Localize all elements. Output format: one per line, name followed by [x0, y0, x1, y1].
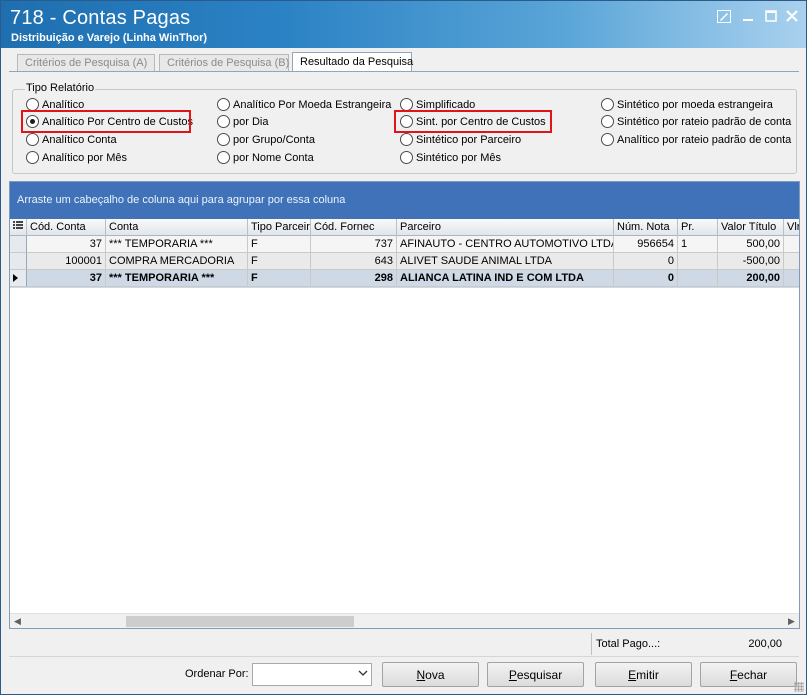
cell-parceiro: AFINAUTO - CENTRO AUTOMOTIVO LTDA	[397, 236, 614, 253]
group-by-panel[interactable]: Arraste um cabeçalho de coluna aqui para…	[10, 182, 799, 219]
close-icon[interactable]	[784, 9, 800, 23]
highlight-box-sint-centro-custos	[394, 110, 552, 133]
cell-cod-fornec: 298	[311, 270, 397, 287]
window-title: 718 - Contas Pagas	[10, 7, 191, 29]
cell-vlr	[784, 270, 799, 287]
radio-circle-icon	[217, 115, 230, 128]
radio-circle-icon	[217, 133, 230, 146]
fechar-button[interactable]: Fechar	[700, 662, 797, 687]
cell-tipo-parceiro: F	[248, 253, 311, 270]
chevron-down-icon[interactable]	[358, 668, 368, 681]
cell-tipo-parceiro: F	[248, 270, 311, 287]
cell-valor-titulo: 200,00	[718, 270, 784, 287]
radio-circle-icon	[400, 151, 413, 164]
radio-circle-icon	[217, 151, 230, 164]
column-header-tipo-parceiro[interactable]: Tipo Parceiro	[248, 219, 311, 236]
minimize-icon[interactable]	[740, 9, 756, 23]
radio-circle-icon	[400, 133, 413, 146]
scroll-right-icon[interactable]: ▶	[784, 614, 799, 629]
tab-criterios-a[interactable]: Critérios de Pesquisa (A)	[17, 54, 155, 71]
cell-cod-conta: 37	[27, 236, 106, 253]
results-grid: Arraste um cabeçalho de coluna aqui para…	[9, 181, 800, 629]
radio-por-nome-conta[interactable]: por Nome Conta	[217, 150, 314, 165]
horizontal-scrollbar[interactable]: ◀ ▶	[10, 613, 799, 628]
column-chooser-icon[interactable]	[10, 219, 27, 236]
maximize-icon[interactable]	[763, 9, 779, 23]
radio-circle-icon	[26, 151, 39, 164]
cell-conta: COMPRA MERCADORIA	[106, 253, 248, 270]
column-header-conta[interactable]: Conta	[106, 219, 248, 236]
window-subtitle: Distribuição e Varejo (Linha WinThor)	[11, 32, 208, 44]
radio-analitico-conta[interactable]: Analítico Conta	[26, 132, 117, 147]
cell-num-nota: 0	[614, 270, 678, 287]
radio-sintetico-mes[interactable]: Sintético por Mês	[400, 150, 501, 165]
column-header-cod-conta[interactable]: Cód. Conta	[27, 219, 106, 236]
edit-window-icon[interactable]	[716, 9, 732, 23]
cell-parceiro: ALIANCA LATINA IND E COM LTDA	[397, 270, 614, 287]
radio-circle-icon	[601, 98, 614, 111]
radio-por-dia[interactable]: por Dia	[217, 114, 268, 129]
current-row-arrow-icon[interactable]	[10, 270, 27, 287]
cell-cod-fornec: 737	[311, 236, 397, 253]
radio-por-grupo-conta[interactable]: por Grupo/Conta	[217, 132, 315, 147]
pesquisar-button[interactable]: Pesquisar	[487, 662, 584, 687]
cell-pr	[678, 270, 718, 287]
row-indicator[interactable]	[10, 253, 27, 270]
row-indicator[interactable]	[10, 236, 27, 253]
column-header-cod-fornec[interactable]: Cód. Fornec	[311, 219, 397, 236]
footer-divider	[9, 656, 799, 657]
cell-conta: *** TEMPORARIA ***	[106, 236, 248, 253]
radio-circle-icon	[601, 115, 614, 128]
cell-valor-titulo: 500,00	[718, 236, 784, 253]
tab-criterios-b[interactable]: Critérios de Pesquisa (B)	[159, 54, 289, 71]
scroll-left-icon[interactable]: ◀	[10, 614, 25, 629]
order-by-label: Ordenar Por:	[185, 668, 249, 680]
column-header-vlr[interactable]: Vlr.	[784, 219, 799, 236]
tab-resultado[interactable]: Resultado da Pesquisa	[292, 52, 413, 71]
radio-sintetico-moeda-estrangeira[interactable]: Sintético por moeda estrangeira	[601, 97, 773, 112]
tab-panel-border	[9, 71, 799, 72]
radio-analitico-moeda-estrangeira[interactable]: Analítico Por Moeda Estrangeira	[217, 97, 391, 112]
cell-vlr	[784, 236, 799, 253]
radio-analitico-rateio-padrao[interactable]: Analítico por rateio padrão de conta	[601, 132, 791, 147]
column-header-pr[interactable]: Pr.	[678, 219, 718, 236]
table-row-selected[interactable]: 37 *** TEMPORARIA *** F 298 ALIANCA LATI…	[10, 270, 799, 288]
grid-header: Cód. Conta Conta Tipo Parceiro Cód. Forn…	[10, 219, 799, 236]
cell-valor-titulo: -500,00	[718, 253, 784, 270]
nova-button[interactable]: Nova	[382, 662, 479, 687]
cell-pr: 1	[678, 236, 718, 253]
table-row[interactable]: 37 *** TEMPORARIA *** F 737 AFINAUTO - C…	[10, 236, 799, 254]
highlight-box-analitico-centro-custos	[21, 110, 191, 133]
cell-num-nota: 0	[614, 253, 678, 270]
table-row[interactable]: 100001 COMPRA MERCADORIA F 643 ALIVET SA…	[10, 253, 799, 271]
resize-grip-icon[interactable]	[794, 682, 804, 692]
total-pago-value: 200,00	[748, 638, 782, 650]
contas-pagas-window: 718 - Contas Pagas Distribuição e Varejo…	[0, 0, 807, 695]
radio-sintetico-parceiro[interactable]: Sintético por Parceiro	[400, 132, 521, 147]
cell-vlr	[784, 253, 799, 270]
emitir-button[interactable]: Emitir	[595, 662, 692, 687]
title-bar: 718 - Contas Pagas Distribuição e Varejo…	[1, 1, 806, 48]
cell-num-nota: 956654	[614, 236, 678, 253]
cell-cod-conta: 37	[27, 270, 106, 287]
scroll-thumb[interactable]	[126, 616, 354, 627]
cell-parceiro: ALIVET SAUDE ANIMAL LTDA	[397, 253, 614, 270]
total-pago-box: Total Pago...: 200,00	[591, 633, 786, 655]
cell-tipo-parceiro: F	[248, 236, 311, 253]
cell-conta: *** TEMPORARIA ***	[106, 270, 248, 287]
radio-circle-icon	[601, 133, 614, 146]
total-pago-label: Total Pago...:	[596, 638, 661, 650]
radio-circle-icon	[217, 98, 230, 111]
column-header-parceiro[interactable]: Parceiro	[397, 219, 614, 236]
order-by-select[interactable]	[252, 663, 372, 686]
cell-cod-fornec: 643	[311, 253, 397, 270]
column-header-valor-titulo[interactable]: Valor Título	[718, 219, 784, 236]
radio-analitico-mes[interactable]: Analítico por Mês	[26, 150, 127, 165]
cell-pr	[678, 253, 718, 270]
report-type-legend: Tipo Relatório	[25, 82, 96, 94]
radio-sintetico-rateio-padrao[interactable]: Sintético por rateio padrão de conta	[601, 114, 791, 129]
cell-cod-conta: 100001	[27, 253, 106, 270]
column-header-num-nota[interactable]: Núm. Nota	[614, 219, 678, 236]
radio-circle-icon	[26, 133, 39, 146]
